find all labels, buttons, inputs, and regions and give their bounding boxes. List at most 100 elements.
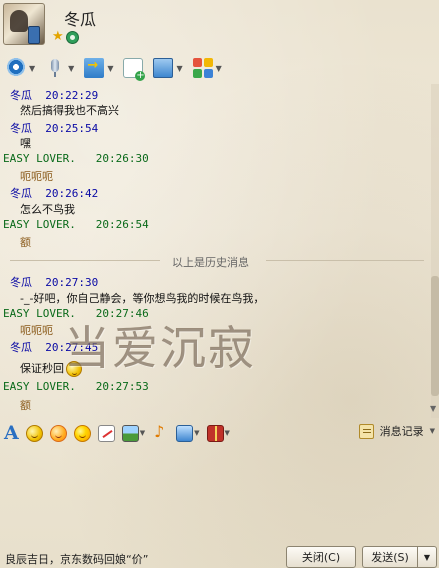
message-header: 冬瓜 20:25:54 (10, 120, 98, 136)
sender-name: 冬瓜 (10, 341, 32, 354)
message-time: 20:27:53 (95, 380, 149, 393)
top-toolbar: ▼ ▼ ▼ ▼ ▼ (0, 54, 439, 82)
close-button[interactable]: 关闭(C) (286, 546, 356, 568)
message-text: 嘿 (20, 137, 31, 150)
history-divider-line (10, 260, 160, 261)
new-message-button[interactable] (123, 58, 146, 81)
message-time: 20:26:54 (95, 218, 149, 231)
remote-screen-icon (153, 58, 174, 78)
ad-link[interactable]: 良辰吉日，京东数码回娘“价” (5, 551, 148, 567)
chevron-down-icon[interactable]: ▼ (225, 429, 230, 437)
send-file-icon (84, 58, 105, 78)
chat-scrollbar-thumb[interactable] (431, 276, 439, 396)
message-input[interactable] (0, 448, 439, 540)
message-header: EASY LOVER. 20:26:54 (3, 218, 149, 231)
format-toolbar: A ▼ ▼ ▼ 消息记录 ▼ (0, 420, 439, 446)
emoji-button[interactable] (25, 424, 43, 442)
chevron-down-icon[interactable]: ▼ (68, 64, 74, 73)
microphone-icon (45, 58, 65, 78)
voice-call-button[interactable]: ▼ (45, 58, 74, 78)
mobile-phone-icon (28, 26, 40, 44)
send-options-chevron-icon[interactable]: ▼ (417, 546, 437, 568)
message-time: 20:26:30 (95, 152, 149, 165)
chevron-down-icon[interactable]: ▼ (29, 64, 35, 73)
chevron-down-icon[interactable]: ▼ (216, 64, 222, 73)
message-header: 冬瓜 20:27:45 (10, 339, 98, 355)
font-icon: A (4, 422, 19, 444)
message-text: 额 (20, 399, 31, 412)
chevron-down-icon[interactable]: ▼ (194, 429, 199, 437)
font-button[interactable]: A (4, 422, 19, 444)
smiley-icon (25, 424, 43, 442)
message-text: 额 (20, 236, 31, 249)
sender-name: EASY LOVER. (3, 307, 76, 320)
contact-nickname[interactable]: 冬瓜 (64, 6, 96, 30)
gift-icon (206, 424, 224, 442)
image-icon (121, 424, 139, 442)
message-history-label: 消息记录 (379, 425, 424, 438)
chevron-down-icon[interactable]: ▼ (430, 427, 435, 435)
status-icons: ★ (52, 30, 79, 44)
history-divider-line (266, 260, 424, 261)
message-history-icon (358, 423, 374, 439)
send-button[interactable]: 发送(S) (362, 546, 417, 568)
message-text: 呃呃呃 (20, 170, 53, 183)
sender-name: 冬瓜 (10, 276, 32, 289)
apps-icon (192, 58, 213, 78)
chevron-down-icon[interactable]: ▼ (140, 429, 145, 437)
shake-window-icon (73, 424, 91, 442)
magic-emoji-button[interactable] (49, 424, 67, 442)
message-history-button[interactable]: 消息记录 ▼ (358, 423, 435, 439)
chat-history[interactable]: 冬瓜 20:22:29 然后搞得我也不高兴 冬瓜 20:25:54 嘿 EASY… (0, 84, 431, 414)
message-text: 呃呃呃 (20, 324, 53, 337)
message-time: 20:22:29 (45, 89, 99, 102)
message-time: 20:26:42 (45, 187, 99, 200)
message-time: 20:27:45 (45, 341, 99, 354)
message-time: 20:25:54 (45, 122, 99, 135)
sender-name: EASY LOVER. (3, 218, 76, 231)
gift-button[interactable]: ▼ (206, 424, 230, 442)
chat-window: 冬瓜 ★ ▼ ▼ ▼ ▼ ▼ (0, 0, 439, 568)
message-text-content: 保证秒回 (20, 362, 64, 375)
online-status-icon[interactable] (65, 31, 79, 44)
avatar-figure (10, 10, 28, 32)
music-icon (152, 422, 169, 442)
chevron-down-icon[interactable]: ▼ (176, 64, 182, 73)
music-button[interactable] (152, 422, 169, 442)
screenshot-button[interactable]: ▼ (176, 424, 200, 442)
contact-header: 冬瓜 ★ (0, 0, 439, 52)
message-header: EASY LOVER. 20:27:46 (3, 307, 149, 320)
message-time: 20:27:46 (95, 307, 149, 320)
history-divider-label: 以上是历史消息 (172, 256, 249, 269)
doodle-button[interactable] (97, 424, 115, 442)
sender-name: 冬瓜 (10, 187, 32, 200)
chevron-down-icon[interactable]: ▼ (107, 64, 113, 73)
contact-avatar[interactable] (3, 3, 45, 45)
sender-name: EASY LOVER. (3, 380, 76, 393)
new-message-icon (123, 58, 146, 81)
star-level-icon[interactable]: ★ (52, 30, 64, 44)
send-file-button[interactable]: ▼ (84, 58, 113, 78)
screenshot-icon (176, 424, 194, 442)
message-header: 冬瓜 20:22:29 (10, 87, 98, 103)
sender-name: 冬瓜 (10, 122, 32, 135)
scroll-down-arrow-icon[interactable]: ▼ (430, 404, 436, 413)
message-text: 然后搞得我也不高兴 (20, 104, 119, 117)
message-header: 冬瓜 20:27:30 (10, 274, 98, 290)
video-camera-icon (6, 58, 26, 78)
emoji-icon (66, 361, 82, 377)
magic-emoji-icon (49, 424, 67, 442)
message-header: EASY LOVER. 20:26:30 (3, 152, 149, 165)
remote-screen-button[interactable]: ▼ (153, 58, 183, 78)
message-header: 冬瓜 20:26:42 (10, 185, 98, 201)
message-text: -_-好吧，你自己静会，等你想鸟我的时候在鸟我， (20, 292, 265, 305)
apps-button[interactable]: ▼ (192, 58, 222, 78)
message-time: 20:27:30 (45, 276, 99, 289)
doodle-icon (97, 424, 115, 442)
message-text: 怎么不鸟我 (20, 203, 75, 216)
send-image-button[interactable]: ▼ (121, 424, 145, 442)
sender-name: 冬瓜 (10, 89, 32, 102)
shake-button[interactable] (73, 424, 91, 442)
message-text: 保证秒回 (20, 360, 82, 377)
video-call-button[interactable]: ▼ (6, 58, 35, 78)
